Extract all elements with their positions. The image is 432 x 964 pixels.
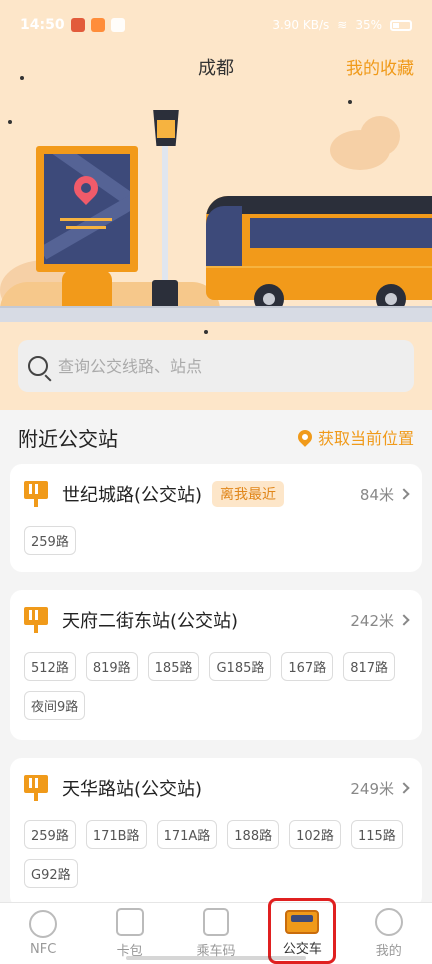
- bus-illustration: [206, 196, 432, 300]
- distance-value: 242米: [350, 611, 394, 630]
- stop-name: 世纪城路(公交站): [62, 485, 203, 506]
- stop-name: 天府二街东站(公交站): [62, 611, 239, 632]
- chevron-right-icon: [398, 614, 410, 626]
- bus-stop-card[interactable]: 天府二街东站(公交站) 242米 512路 819路 185路 G185路 16…: [10, 590, 422, 740]
- route-chip[interactable]: 夜间9路: [24, 691, 86, 720]
- street-lamp: [162, 145, 168, 285]
- bottom-nav: NFC 卡包 乘车码 公交车 我的: [0, 902, 432, 964]
- bus-stop-card[interactable]: 天华路站(公交站) 249米 259路 171B路 171A路 188路 102…: [10, 758, 422, 908]
- route-chip[interactable]: 259路: [24, 820, 76, 849]
- search-input[interactable]: [58, 356, 404, 376]
- battery-icon: [390, 19, 412, 31]
- stop-name: 天华路站(公交站): [62, 779, 203, 800]
- route-chip[interactable]: 102路: [289, 820, 341, 849]
- notification-app-icon: [90, 18, 105, 32]
- decor-dot: [204, 330, 208, 334]
- route-chip[interactable]: 115路: [350, 820, 403, 849]
- billboard-base: [62, 270, 112, 310]
- decor-dot: [8, 120, 12, 124]
- profile-icon: [374, 908, 403, 936]
- wifi-icon: ≋: [337, 18, 348, 32]
- nearby-title: 附近公交站: [18, 426, 118, 451]
- route-chip[interactable]: 185路: [147, 652, 200, 681]
- nav-label: NFC: [30, 942, 57, 957]
- status-time: 14:50: [20, 17, 65, 33]
- billboard-line: [60, 218, 112, 221]
- bus-front: [206, 206, 242, 268]
- network-speed: 3.90 KB/s: [272, 18, 330, 32]
- route-chip[interactable]: 819路: [85, 652, 138, 681]
- nav-label: 我的: [375, 944, 402, 959]
- favorites-link[interactable]: 我的收藏: [346, 54, 414, 79]
- cloud: [360, 116, 400, 156]
- nfc-icon: [29, 910, 58, 938]
- sidewalk: [0, 306, 432, 322]
- bus-stripe: [206, 266, 432, 268]
- nav-item-ride-code[interactable]: 乘车码: [176, 908, 256, 959]
- billboard-illustration: [36, 146, 138, 272]
- chevron-right-icon: [398, 488, 410, 500]
- hero-banner: 成都 我的收藏: [0, 0, 432, 410]
- distance-value: 249米: [350, 779, 394, 798]
- nav-item-card-wallet[interactable]: 卡包: [90, 908, 170, 959]
- home-indicator: [126, 956, 306, 960]
- location-pin-icon: [295, 427, 315, 447]
- locate-button[interactable]: 获取当前位置: [295, 425, 414, 449]
- notification-app-icon: [70, 18, 85, 32]
- decor-dot: [348, 100, 352, 104]
- bus-windows: [250, 218, 432, 248]
- active-tab-highlight: [268, 898, 336, 964]
- stop-distance: 242米: [350, 610, 410, 631]
- nav-item-nfc[interactable]: NFC: [3, 910, 83, 957]
- route-chip[interactable]: G92路: [24, 859, 78, 888]
- route-chip[interactable]: 188路: [227, 820, 280, 849]
- bus-stop-card[interactable]: 世纪城路(公交站) 离我最近 84米 259路: [10, 464, 422, 572]
- bus-stop-icon: [24, 607, 48, 633]
- route-chip[interactable]: 259路: [24, 526, 76, 555]
- notification-app-icon: [110, 18, 125, 32]
- route-chip[interactable]: G185路: [209, 652, 272, 681]
- route-chip[interactable]: 167路: [281, 652, 334, 681]
- nav-item-profile[interactable]: 我的: [349, 908, 429, 959]
- bus-stop-icon: [24, 775, 48, 801]
- route-chip[interactable]: 512路: [24, 652, 76, 681]
- stop-distance: 84米: [359, 484, 410, 505]
- chevron-right-icon: [398, 782, 410, 794]
- search-icon: [28, 356, 48, 376]
- billboard-line: [66, 226, 106, 229]
- search-bar[interactable]: [18, 340, 414, 392]
- card-wallet-icon: [115, 908, 144, 936]
- stop-distance: 249米: [350, 778, 410, 799]
- nearby-header: 附近公交站 获取当前位置: [0, 410, 432, 464]
- ride-code-icon: [202, 908, 229, 936]
- lamp-light: [157, 120, 175, 138]
- bus-stop-icon: [24, 481, 48, 507]
- nearest-badge: 离我最近: [212, 481, 285, 507]
- distance-value: 84米: [359, 485, 394, 504]
- locate-label: 获取当前位置: [317, 429, 414, 448]
- status-bar: 14:50 3.90 KB/s ≋ 35%: [0, 0, 432, 50]
- map-screen: [44, 154, 130, 264]
- route-chip[interactable]: 171A路: [156, 820, 218, 849]
- route-chip[interactable]: 817路: [343, 652, 396, 681]
- battery-percent: 35%: [355, 18, 382, 32]
- route-chip[interactable]: 171B路: [85, 820, 147, 849]
